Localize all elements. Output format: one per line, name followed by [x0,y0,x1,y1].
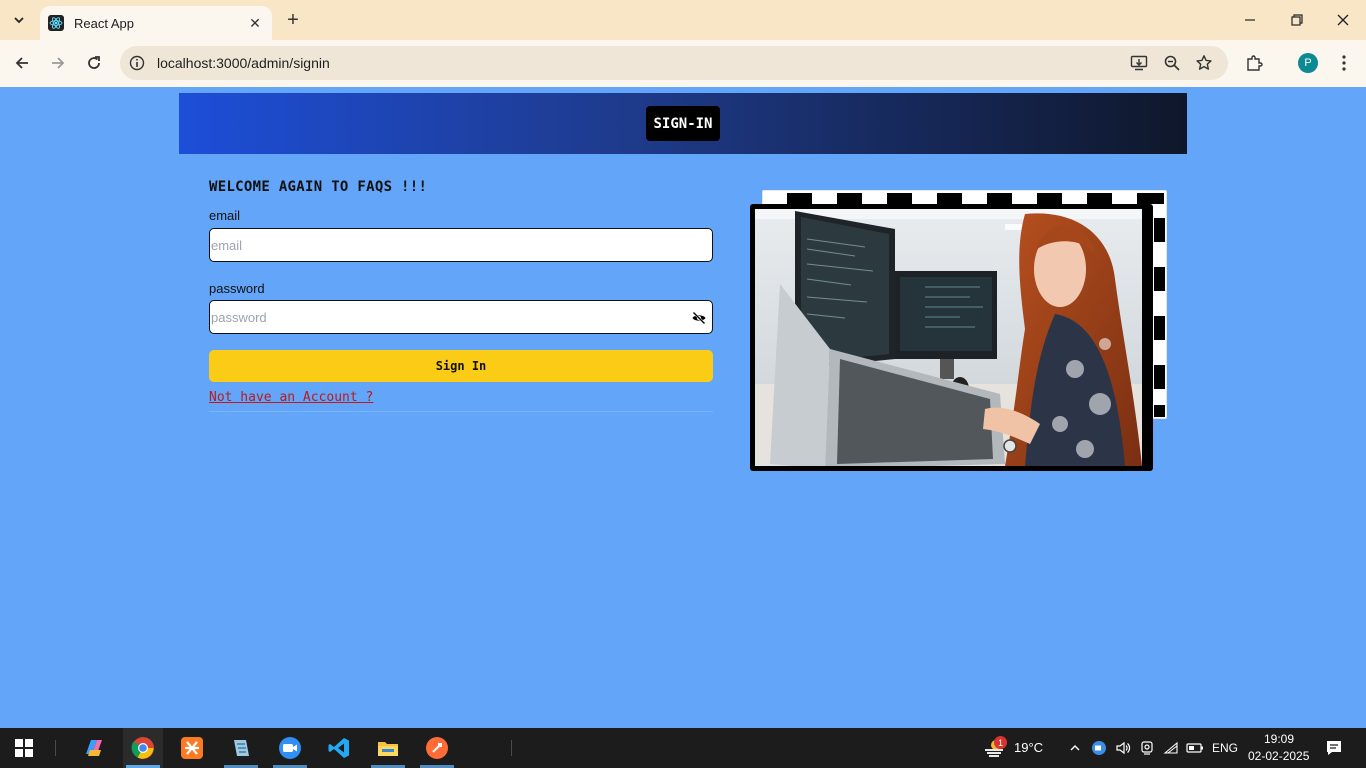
sign-in-button[interactable]: Sign In [209,350,713,382]
tray-meet-icon[interactable] [1088,728,1110,768]
temperature-text: 19°C [1014,740,1044,755]
password-field-wrapper [209,300,713,334]
show-hidden-icons-button[interactable] [1064,728,1086,768]
vscode-icon [328,738,349,758]
clock-date[interactable]: 02-02-2025 [1248,749,1309,763]
chrome-icon [131,737,154,759]
url-text[interactable]: localhost:3000/admin/signin [157,55,330,71]
tab-search-button[interactable] [6,8,32,32]
email-field[interactable] [210,229,712,261]
xampp-icon [181,737,203,759]
notification-icon [1327,741,1341,755]
forward-icon[interactable] [46,51,70,75]
taskbar-video-app[interactable] [270,728,310,768]
camera-icon [1092,741,1106,755]
minimize-icon[interactable] [1238,8,1262,32]
weather-badge: 1 [994,736,1007,749]
browser-toolbar: localhost:3000/admin/signin [0,40,1366,87]
browser-tab-strip: React App ✕ + [0,0,1366,40]
clock-time[interactable]: 19:09 [1264,732,1294,746]
woman-at-computer-photo [755,209,1142,466]
password-label: password [209,281,265,296]
folder-icon [378,742,398,756]
taskbar-chrome[interactable] [123,728,163,768]
new-tab-button[interactable]: + [282,9,304,31]
taskbar-file-explorer[interactable] [368,728,408,768]
reload-icon[interactable] [82,51,106,75]
zoom-icon[interactable] [1163,54,1181,72]
email-field-wrapper [209,228,713,262]
react-icon [48,15,64,31]
windows-taskbar: 1 19°C ENG 19:09 02-02-2025 [0,728,1366,768]
volume-icon[interactable] [1112,728,1134,768]
postman-icon [426,737,448,759]
webcam-icon[interactable] [1136,728,1158,768]
notepad-icon [234,740,249,756]
weather-widget[interactable] [974,728,1014,768]
back-icon[interactable] [10,51,34,75]
notifications-button[interactable] [1314,728,1354,768]
address-bar[interactable]: localhost:3000/admin/signin [120,46,1228,80]
browser-tab[interactable]: React App ✕ [40,6,272,40]
chevron-up-icon [1070,745,1080,751]
close-window-icon[interactable] [1331,8,1355,32]
start-button[interactable] [4,728,44,768]
copilot-icon [86,740,102,756]
form-divider [209,411,713,412]
taskbar-copilot[interactable] [74,728,114,768]
chevron-down-icon [14,17,24,24]
extensions-icon[interactable] [1243,52,1265,74]
install-app-icon[interactable] [1130,54,1148,72]
bookmark-star-icon[interactable] [1195,54,1213,72]
email-label: email [209,208,241,223]
hero-image-frame [750,204,1153,471]
wifi-icon[interactable] [1160,728,1182,768]
taskbar-postman[interactable] [417,728,457,768]
site-info-icon[interactable] [129,55,145,71]
page-header: SIGN-IN [179,93,1187,154]
video-call-icon [279,737,301,759]
taskbar-xampp[interactable] [172,728,212,768]
restore-icon[interactable] [1285,8,1309,32]
taskbar-vscode[interactable] [319,728,359,768]
signup-link[interactable]: Not have an Account ? [209,390,373,405]
tab-title: React App [74,15,134,31]
eye-slash-icon[interactable] [691,310,707,326]
tab-close-icon[interactable]: ✕ [246,14,264,32]
page-title: SIGN-IN [646,106,720,141]
browser-menu-icon[interactable] [1333,52,1355,74]
password-field[interactable] [210,301,712,333]
language-indicator[interactable]: ENG [1212,741,1238,755]
windows-icon [15,739,33,757]
profile-avatar[interactable]: P [1298,53,1318,73]
battery-icon[interactable] [1184,728,1206,768]
taskbar-notepad[interactable] [221,728,261,768]
welcome-heading: WELCOME AGAIN TO FAQS !!! [209,179,428,195]
